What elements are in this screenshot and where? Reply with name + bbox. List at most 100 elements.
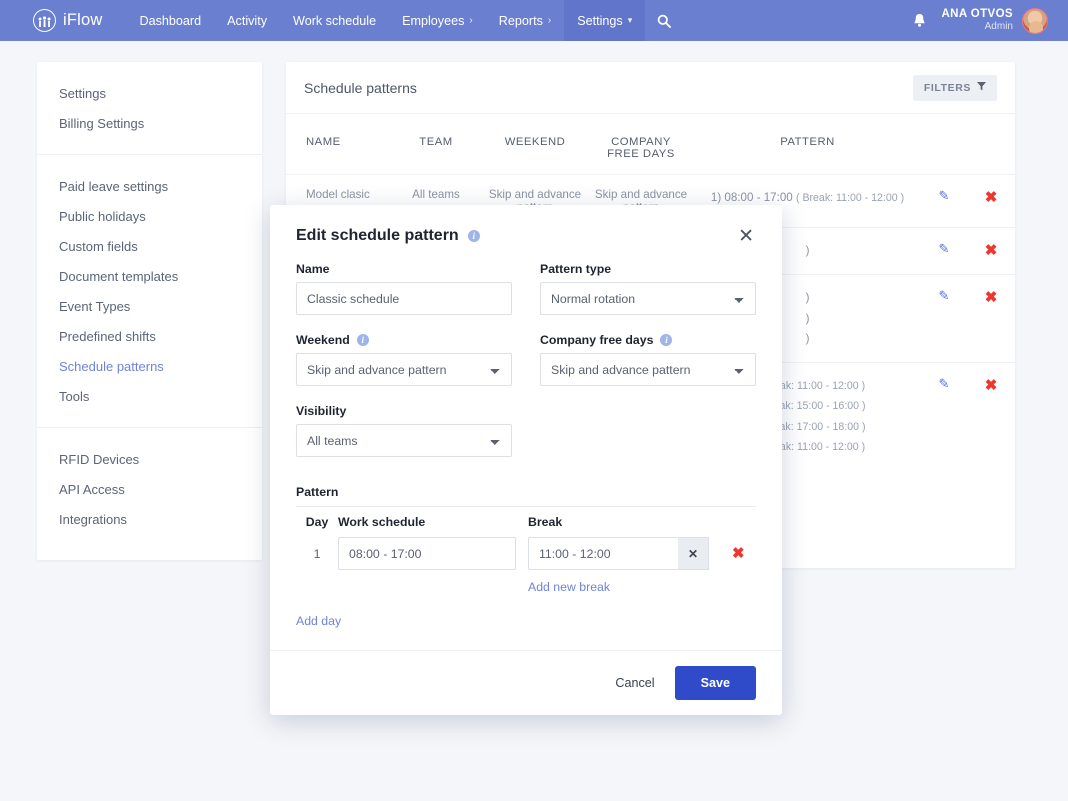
sidebar-group-general: Settings Billing Settings: [37, 62, 262, 154]
column-header-pattern: PATTERN: [780, 136, 835, 148]
sidebar-item-tools[interactable]: Tools: [37, 381, 262, 411]
delete-x-icon[interactable]: ✖: [985, 242, 998, 259]
edit-schedule-pattern-modal: Edit schedule pattern i ✕ Name Pattern t…: [270, 205, 782, 715]
break-input[interactable]: [528, 537, 678, 570]
pattern-row: 1 ✕ ✖: [296, 533, 756, 574]
modal-body: Name Pattern type Normal rotation Weeken…: [270, 250, 782, 650]
form-col-left: Weekend i Skip and advance pattern: [296, 333, 512, 404]
cancel-button[interactable]: Cancel: [615, 676, 654, 690]
chevron-right-icon: ›: [469, 15, 473, 26]
iflow-logo-icon: [33, 9, 56, 32]
cell-delete: ✖: [967, 274, 1015, 363]
pattern-work-cell: [338, 533, 528, 574]
delete-x-icon[interactable]: ✖: [985, 377, 998, 394]
avatar[interactable]: [1022, 7, 1048, 34]
field-label-company-free-days: Company free days i: [540, 333, 756, 347]
nav-item-activity[interactable]: Activity: [214, 0, 280, 41]
pattern-header-row: Day Work schedule Break: [296, 507, 756, 534]
close-icon[interactable]: ✕: [736, 227, 756, 246]
pencil-icon[interactable]: ✎: [939, 376, 950, 391]
nav-item-work-schedule[interactable]: Work schedule: [280, 0, 389, 41]
column-header-delete: [967, 114, 1015, 175]
column-header-edit: [921, 114, 967, 175]
sidebar-item-custom-fields[interactable]: Custom fields: [37, 231, 262, 261]
add-day-link[interactable]: Add day: [296, 614, 341, 628]
pattern-col-work-schedule: Work schedule: [338, 515, 426, 529]
sidebar-item-paid-leave-settings[interactable]: Paid leave settings: [37, 171, 262, 201]
free-days-label-text: Company free days: [540, 333, 654, 347]
add-day-wrap: Add day: [296, 600, 756, 650]
save-button[interactable]: Save: [674, 666, 756, 700]
cell-delete: ✖: [967, 362, 1015, 471]
visibility-select[interactable]: All teams: [296, 424, 512, 457]
sidebar-item-billing-settings[interactable]: Billing Settings: [37, 108, 262, 138]
sidebar-group-configuration: Paid leave settings Public holidays Cust…: [37, 154, 262, 427]
add-break-cell: Add new break: [528, 574, 716, 600]
user-role: Admin: [984, 21, 1013, 33]
form-col-left: Visibility All teams: [296, 404, 512, 475]
field-weekend: Weekend i Skip and advance pattern: [296, 333, 512, 386]
sidebar-item-event-types[interactable]: Event Types: [37, 291, 262, 321]
brand-logo[interactable]: iFlow: [33, 9, 103, 32]
spacer-cell: [716, 574, 756, 600]
info-icon[interactable]: i: [356, 334, 369, 346]
column-header-team: TEAM: [419, 136, 453, 148]
form-col-left: Name: [296, 262, 512, 333]
brand-name: iFlow: [63, 11, 103, 29]
nav-items: Dashboard Activity Work schedule Employe…: [127, 0, 684, 41]
chevron-down-icon: ▾: [627, 15, 633, 25]
sidebar-item-public-holidays[interactable]: Public holidays: [37, 201, 262, 231]
cell-delete: ✖: [967, 174, 1015, 228]
page-title: Schedule patterns: [304, 79, 417, 96]
field-visibility: Visibility All teams: [296, 404, 512, 457]
pattern-type-select[interactable]: Normal rotation: [540, 282, 756, 315]
nav-item-settings[interactable]: Settings ▾: [564, 0, 646, 41]
company-free-days-select[interactable]: Skip and advance pattern: [540, 353, 756, 386]
chevron-right-icon: ›: [547, 15, 552, 26]
delete-x-icon[interactable]: ✖: [985, 289, 998, 306]
delete-row-icon[interactable]: ✖: [716, 545, 745, 562]
nav-item-reports[interactable]: Reports ›: [486, 0, 564, 41]
form-col-right-empty: [540, 404, 756, 475]
delete-x-icon[interactable]: ✖: [985, 189, 998, 206]
pattern-break: ( Break: 11:00 - 12:00 ): [795, 192, 905, 204]
nav-label: Reports: [498, 13, 543, 28]
weekend-select[interactable]: Skip and advance pattern: [296, 353, 512, 386]
column-header-name: NAME: [306, 136, 341, 148]
pencil-icon[interactable]: ✎: [939, 241, 950, 256]
form-col-right: Pattern type Normal rotation: [540, 262, 756, 333]
field-label-weekend: Weekend i: [296, 333, 512, 347]
nav-item-dashboard[interactable]: Dashboard: [127, 0, 215, 41]
pattern-break-cell: ✕: [528, 533, 716, 574]
pattern-section-label: Pattern: [296, 485, 339, 499]
cell-edit: ✎: [921, 274, 967, 363]
sidebar-item-rfid-devices[interactable]: RFID Devices: [37, 444, 262, 474]
field-label-name: Name: [296, 262, 330, 276]
pencil-icon[interactable]: ✎: [939, 188, 950, 203]
pencil-icon[interactable]: ✎: [939, 288, 950, 303]
sidebar-item-api-access[interactable]: API Access: [37, 474, 262, 504]
sidebar-item-document-templates[interactable]: Document templates: [37, 261, 262, 291]
bell-icon[interactable]: [912, 13, 927, 29]
field-label-pattern-type: Pattern type: [540, 262, 612, 276]
sidebar-item-integrations[interactable]: Integrations: [37, 504, 262, 534]
name-input[interactable]: [296, 282, 512, 315]
user-menu[interactable]: ANA OTVOS Admin: [941, 7, 1048, 34]
nav-item-employees[interactable]: Employees ›: [389, 0, 486, 41]
filter-funnel-icon: [977, 81, 986, 94]
clear-x-icon[interactable]: ✕: [678, 537, 709, 570]
add-new-break-link[interactable]: Add new break: [528, 580, 610, 594]
modal-header: Edit schedule pattern i ✕: [270, 205, 782, 250]
sidebar-item-settings[interactable]: Settings: [37, 78, 262, 108]
add-break-row: Add new break: [296, 574, 756, 600]
info-icon[interactable]: i: [467, 230, 480, 242]
pattern-section: Pattern Day Work schedule Break 1 08:00 …: [296, 485, 756, 650]
info-icon[interactable]: i: [660, 334, 673, 346]
pattern-actions-cell: ✖: [716, 533, 756, 574]
sidebar-item-schedule-patterns[interactable]: Schedule patterns: [37, 351, 262, 381]
spacer-cell: [296, 574, 338, 600]
search-icon[interactable]: [645, 0, 683, 41]
sidebar-item-predefined-shifts[interactable]: Predefined shifts: [37, 321, 262, 351]
work-schedule-input[interactable]: [338, 537, 516, 570]
filters-button[interactable]: FILTERS: [912, 74, 997, 101]
